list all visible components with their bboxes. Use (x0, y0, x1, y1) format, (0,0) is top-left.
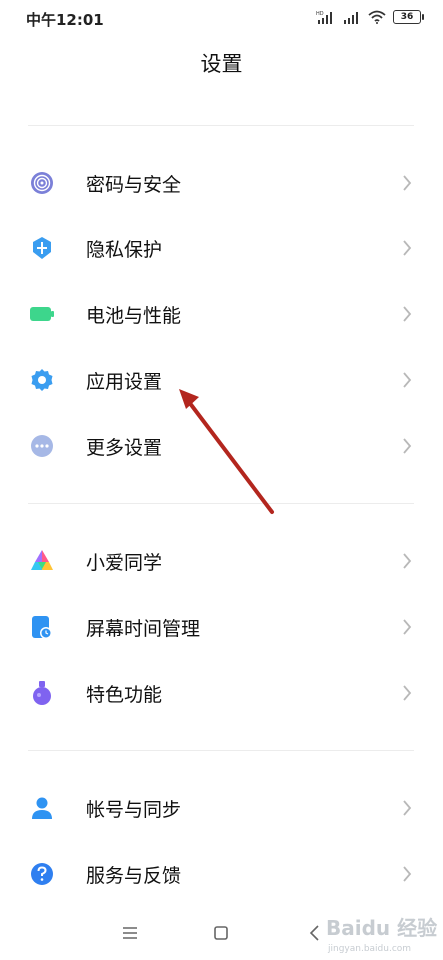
settings-item-label: 特色功能 (86, 684, 163, 706)
hd-signal-icon: HD (316, 11, 332, 24)
chevron-right-icon (403, 438, 412, 454)
settings-item-screen-time[interactable]: 屏幕时间管理 (0, 597, 443, 657)
gear-icon (31, 369, 53, 391)
help-icon (31, 863, 53, 885)
fingerprint-icon (31, 172, 53, 194)
divider (28, 503, 414, 504)
baidu-watermark: Baidu 经验 jingyan.baidu.com (326, 916, 437, 954)
status-icons: HD 36 (316, 10, 424, 24)
settings-item-account-sync[interactable]: 帐号与同步 (0, 778, 443, 838)
settings-item-privacy[interactable]: 隐私保护 (0, 218, 443, 278)
settings-item-app-settings[interactable]: 应用设置 (0, 350, 443, 410)
home-icon[interactable] (211, 923, 231, 943)
signal-icon (344, 12, 358, 24)
chevron-right-icon (403, 240, 412, 256)
status-bar: 中午12:01 HD 36 (0, 0, 443, 38)
divider (28, 750, 414, 751)
settings-item-label: 隐私保护 (86, 239, 163, 261)
settings-item-special-features[interactable]: 特色功能 (0, 663, 443, 723)
xiaoai-icon (31, 550, 53, 570)
watermark-text: Baidu 经验 (326, 916, 437, 940)
settings-item-label: 更多设置 (86, 437, 163, 459)
chevron-right-icon (403, 866, 412, 882)
page-title: 设置 (200, 52, 243, 76)
chevron-right-icon (403, 685, 412, 701)
status-time: 中午12:01 (26, 11, 104, 29)
flask-icon (33, 681, 51, 705)
watermark-url: jingyan.baidu.com (327, 944, 411, 954)
settings-item-xiaoai[interactable]: 小爱同学 (0, 531, 443, 591)
settings-item-password-security[interactable]: 密码与安全 (0, 153, 443, 213)
chevron-right-icon (403, 553, 412, 569)
chevron-right-icon (403, 619, 412, 635)
chevron-right-icon (403, 372, 412, 388)
privacy-shield-icon (33, 237, 51, 259)
settings-item-more-settings[interactable]: 更多设置 (0, 416, 443, 476)
settings-item-label: 服务与反馈 (86, 865, 182, 887)
screen-time-icon (32, 616, 52, 639)
settings-item-label: 小爱同学 (86, 552, 163, 574)
menu-icon[interactable] (120, 923, 140, 943)
settings-item-label: 电池与性能 (86, 305, 182, 327)
more-dots-icon (31, 435, 53, 457)
settings-item-label: 帐号与同步 (86, 799, 182, 821)
chevron-right-icon (403, 306, 412, 322)
svg-text:HD: HD (316, 11, 324, 17)
chevron-right-icon (403, 175, 412, 191)
settings-item-service-feedback[interactable]: 服务与反馈 (0, 844, 443, 904)
settings-item-label: 密码与安全 (86, 174, 182, 196)
divider (28, 125, 414, 126)
settings-item-battery-performance[interactable]: 电池与性能 (0, 284, 443, 344)
person-icon (32, 797, 52, 819)
settings-item-label: 屏幕时间管理 (86, 618, 201, 640)
battery-icon: 36 (393, 10, 424, 24)
battery-icon (30, 307, 54, 321)
settings-item-label: 应用设置 (86, 371, 163, 393)
wifi-icon (368, 10, 386, 24)
chevron-right-icon (403, 800, 412, 816)
